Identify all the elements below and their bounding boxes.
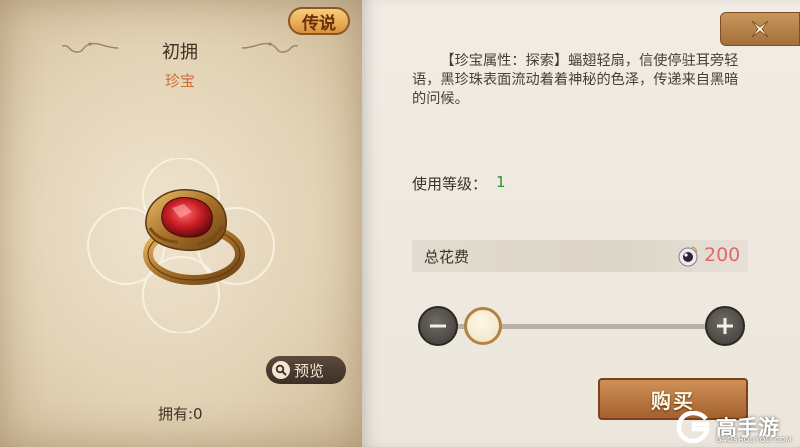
rarity-badge: 传说 xyxy=(288,7,350,35)
watermark-subtext: GAOSHOUYOU.COM xyxy=(716,436,793,444)
close-icon xyxy=(751,20,769,38)
item-type: 珍宝 xyxy=(164,72,195,90)
owned-count: 拥有:0 xyxy=(158,405,203,423)
item-name: 初拥 xyxy=(162,42,198,63)
preview-button[interactable]: 预览 xyxy=(266,356,346,384)
watermark-g-icon xyxy=(676,411,710,443)
item-description: 【珍宝属性：探索】蝠翅轻扇，信使停驻耳旁轻语，黑珍珠表面流动着着神秘的色泽，传递… xyxy=(412,53,739,107)
level-value: 1 xyxy=(496,173,506,191)
decrease-quantity-button[interactable] xyxy=(418,306,458,346)
pearl-currency-icon xyxy=(678,246,698,267)
level-label: 使用等级： xyxy=(412,175,488,193)
total-cost-value: 200 xyxy=(704,244,741,266)
ring-item-image xyxy=(143,189,245,285)
plus-icon xyxy=(717,318,733,334)
total-cost-label: 总花费 xyxy=(424,248,470,266)
quantity-slider-handle[interactable] xyxy=(463,307,502,345)
increase-quantity-button[interactable] xyxy=(705,306,745,346)
close-button[interactable] xyxy=(720,12,800,46)
minus-icon xyxy=(430,324,446,328)
right-flourish-ornament xyxy=(241,42,299,53)
left-flourish-ornament xyxy=(61,42,119,53)
magnifier-icon xyxy=(272,361,290,379)
preview-label: 预览 xyxy=(294,361,325,380)
watermark-logo: 高手游 GAOSHOUYOU.COM xyxy=(676,408,798,446)
